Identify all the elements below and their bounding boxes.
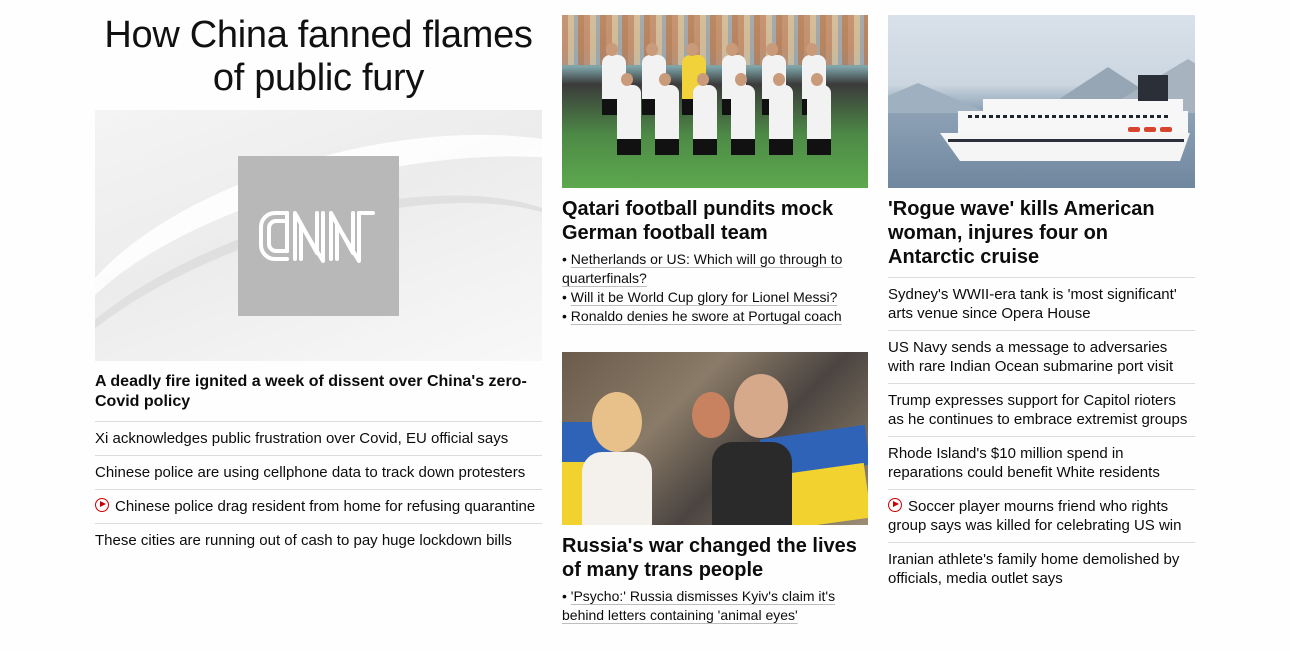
- player-figure: [655, 73, 679, 155]
- list-item-label: Chinese police are using cellphone data …: [95, 464, 526, 481]
- bullet-text: Netherlands or US: Which will go through…: [562, 251, 843, 286]
- list-item-label: These cities are running out of cash to …: [95, 532, 512, 549]
- cnn-logo-box: [238, 156, 399, 316]
- list-item[interactable]: Rhode Island's $10 million spend in repa…: [888, 436, 1195, 489]
- story-headline[interactable]: Russia's war changed the lives of many t…: [562, 525, 868, 582]
- player-figure: [617, 73, 641, 155]
- player-head: [773, 73, 785, 86]
- player-head: [766, 43, 778, 56]
- list-item[interactable]: Xi acknowledges public frustration over …: [95, 421, 542, 455]
- bullet-text: 'Psycho:' Russia dismisses Kyiv's claim …: [562, 588, 836, 623]
- player-figure: [693, 73, 717, 155]
- list-item[interactable]: Sydney's WWII-era tank is 'most signific…: [888, 277, 1195, 330]
- player-shorts: [693, 139, 717, 155]
- cnn-placeholder-image[interactable]: [95, 110, 542, 361]
- story-bullets: • Netherlands or US: Which will go throu…: [562, 245, 868, 326]
- person-head: [592, 392, 642, 452]
- list-item[interactable]: Iranian athlete's family home demolished…: [888, 542, 1195, 595]
- player-shorts: [655, 139, 679, 155]
- list-item-label: US Navy sends a message to adversaries w…: [888, 339, 1174, 375]
- right-column: 'Rogue wave' kills American woman, injur…: [888, 0, 1195, 595]
- bullet-link[interactable]: • 'Psycho:' Russia dismisses Kyiv's clai…: [562, 587, 868, 625]
- story-headline[interactable]: Qatari football pundits mock German foot…: [562, 188, 868, 245]
- list-item-label: Iranian athlete's family home demolished…: [888, 551, 1180, 587]
- list-item[interactable]: Soccer player mourns friend who rights g…: [888, 489, 1195, 542]
- player-shorts: [807, 139, 831, 155]
- story-bullets: • 'Psycho:' Russia dismisses Kyiv's clai…: [562, 582, 868, 625]
- ship-stripe: [948, 139, 1184, 142]
- list-item[interactable]: US Navy sends a message to adversaries w…: [888, 330, 1195, 383]
- player-head: [606, 43, 618, 56]
- player-head: [726, 43, 738, 56]
- bullet-link[interactable]: • Will it be World Cup glory for Lionel …: [562, 288, 868, 307]
- lifeboat: [1144, 127, 1156, 132]
- person-head: [692, 392, 730, 438]
- lead-column: How China fanned flames of public fury A…: [95, 0, 542, 557]
- related-stories-list: Sydney's WWII-era tank is 'most signific…: [888, 277, 1195, 595]
- cruise-ship-photo[interactable]: [888, 15, 1195, 188]
- list-item[interactable]: Trump expresses support for Capitol riot…: [888, 383, 1195, 436]
- ship-hull: [940, 133, 1190, 161]
- player-figure: [807, 73, 831, 155]
- list-item-label: Chinese police drag resident from home f…: [115, 498, 536, 515]
- football-team-photo[interactable]: [562, 15, 868, 188]
- player-shorts: [769, 139, 793, 155]
- bullet-text: Will it be World Cup glory for Lionel Me…: [570, 289, 838, 305]
- player-head: [659, 73, 671, 86]
- protest-photo[interactable]: [562, 352, 868, 525]
- big-headline[interactable]: How China fanned flames of public fury: [95, 0, 542, 110]
- list-item-label: Trump expresses support for Capitol riot…: [888, 392, 1188, 428]
- player-head: [686, 43, 698, 56]
- list-item-label: Xi acknowledges public frustration over …: [95, 430, 509, 447]
- ship-windows: [968, 115, 1168, 118]
- player-shorts: [617, 139, 641, 155]
- player-head: [735, 73, 747, 86]
- player-shorts: [731, 139, 755, 155]
- player-head: [621, 73, 633, 86]
- person-shirt: [582, 452, 652, 525]
- person-head: [734, 374, 788, 438]
- player-head: [697, 73, 709, 86]
- bullet-link[interactable]: • Ronaldo denies he swore at Portugal co…: [562, 307, 868, 326]
- bullet-link[interactable]: • Netherlands or US: Which will go throu…: [562, 250, 868, 288]
- list-item[interactable]: Chinese police drag resident from home f…: [95, 489, 542, 523]
- player-head: [646, 43, 658, 56]
- video-play-icon: [95, 498, 109, 512]
- cnn-logo-icon: [258, 211, 375, 263]
- list-item[interactable]: These cities are running out of cash to …: [95, 523, 542, 557]
- middle-column: Qatari football pundits mock German foot…: [562, 0, 868, 625]
- player-head: [811, 73, 823, 86]
- list-item-label: Sydney's WWII-era tank is 'most signific…: [888, 286, 1177, 322]
- player-figure: [769, 73, 793, 155]
- player-head: [806, 43, 818, 56]
- story-headline[interactable]: 'Rogue wave' kills American woman, injur…: [888, 188, 1195, 269]
- video-play-icon: [888, 498, 902, 512]
- mountain: [888, 83, 988, 113]
- lifeboat: [1128, 127, 1140, 132]
- list-item-label: Rhode Island's $10 million spend in repa…: [888, 445, 1160, 481]
- lifeboat: [1160, 127, 1172, 132]
- list-item-label: Soccer player mourns friend who rights g…: [888, 498, 1182, 534]
- ship-deck: [983, 99, 1183, 113]
- ship-funnel: [1138, 75, 1168, 101]
- player-figure: [731, 73, 755, 155]
- bullet-text: Ronaldo denies he swore at Portugal coac…: [570, 308, 842, 324]
- list-item[interactable]: Chinese police are using cellphone data …: [95, 455, 542, 489]
- lead-story-link[interactable]: A deadly fire ignited a week of dissent …: [95, 361, 542, 421]
- person-shirt: [712, 442, 792, 525]
- related-stories-list: Xi acknowledges public frustration over …: [95, 421, 542, 557]
